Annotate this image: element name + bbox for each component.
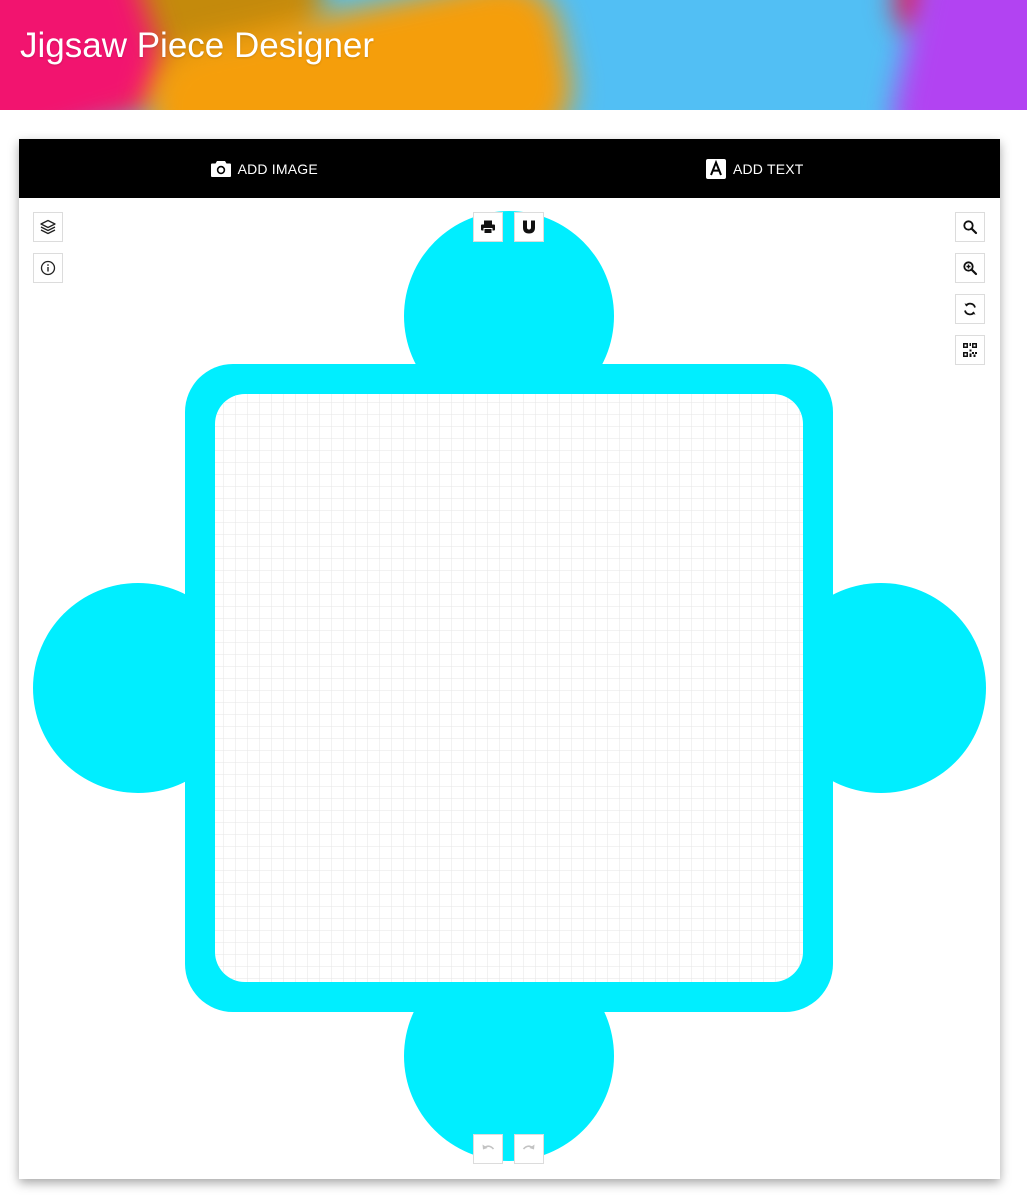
header-banner: Jigsaw Piece Designer [0,0,1027,110]
add-text-label: ADD TEXT [732,160,804,177]
add-image-button[interactable]: ADD IMAGE [19,139,510,198]
magnet-button[interactable] [514,212,544,242]
search-icon [963,220,978,235]
design-grid [215,394,803,982]
layers-icon [40,219,56,235]
add-image-label: ADD IMAGE [237,160,318,177]
text-icon [705,158,726,179]
refresh-button[interactable] [955,294,985,324]
print-icon [481,220,495,234]
toolbar: ADD IMAGE ADD TEXT [19,139,1000,198]
add-text-button[interactable]: ADD TEXT [510,139,1001,198]
qr-code-button[interactable] [955,335,985,365]
redo-button[interactable] [514,1134,544,1164]
designer-panel: ADD IMAGE ADD TEXT [19,139,1000,1179]
undo-button[interactable] [473,1134,503,1164]
qr-code-icon [963,343,977,357]
camera-icon [210,160,231,177]
page-title: Jigsaw Piece Designer [20,26,375,65]
refresh-icon [964,302,976,316]
zoom-in-icon [963,261,978,276]
search-button[interactable] [955,212,985,242]
layers-button[interactable] [33,212,63,242]
undo-icon [482,1144,495,1150]
info-button[interactable] [33,253,63,283]
print-button[interactable] [473,212,503,242]
design-canvas[interactable] [19,198,1000,1179]
info-icon [40,260,56,276]
redo-icon [522,1144,535,1150]
jigsaw-piece [33,211,986,1161]
zoom-in-button[interactable] [955,253,985,283]
magnet-icon [523,220,535,234]
